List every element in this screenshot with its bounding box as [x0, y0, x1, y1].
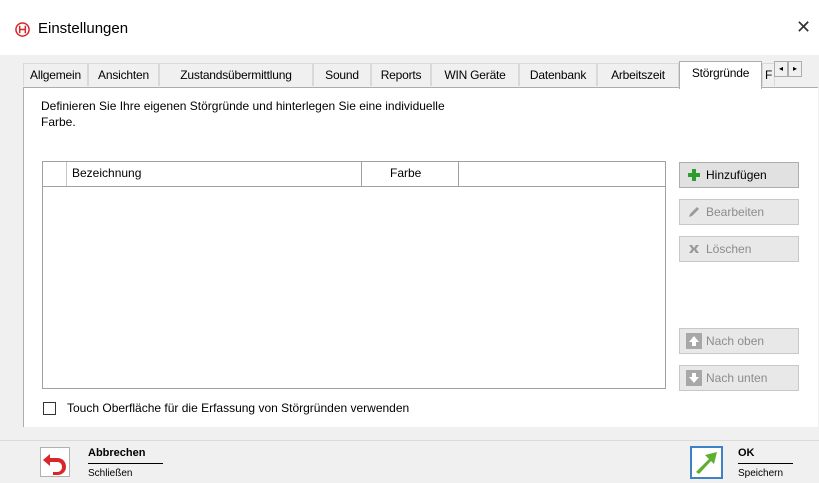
row-selector-header	[43, 162, 67, 186]
description-line-1: Definieren Sie Ihre eigenen Störgründe u…	[41, 99, 445, 113]
title-bar: Einstellungen ✕	[0, 0, 819, 55]
tab-strip: Allgemein Ansichten Zustandsübermittlung…	[23, 61, 803, 89]
column-header-farbe[interactable]: Farbe	[362, 162, 459, 186]
edit-button[interactable]: Bearbeiten	[679, 199, 799, 225]
arrow-up-icon	[686, 333, 702, 349]
cancel-divider	[88, 463, 163, 464]
ok-button[interactable]	[690, 446, 723, 479]
grid-header: Bezeichnung Farbe	[43, 162, 665, 187]
tab-win-geraete[interactable]: WIN Geräte	[431, 63, 519, 86]
tab-panel: Definieren Sie Ihre eigenen Störgründe u…	[23, 87, 818, 427]
cancel-button[interactable]	[40, 447, 70, 477]
cancel-subtitle: Schließen	[88, 468, 133, 479]
delete-icon	[689, 245, 699, 253]
plus-icon	[688, 169, 700, 181]
column-header-bezeichnung[interactable]: Bezeichnung	[67, 162, 362, 186]
move-down-button-label: Nach unten	[706, 371, 768, 385]
tab-arbeitszeit[interactable]: Arbeitszeit	[597, 63, 679, 86]
tab-sound[interactable]: Sound	[313, 63, 371, 86]
ok-arrow-icon	[696, 452, 717, 474]
move-down-button[interactable]: Nach unten	[679, 365, 799, 391]
tab-ansichten[interactable]: Ansichten	[88, 63, 159, 86]
add-button[interactable]: Hinzufügen	[679, 162, 799, 188]
ok-divider	[738, 463, 793, 464]
tab-zustandsuebermittlung[interactable]: Zustandsübermittlung	[159, 63, 313, 86]
tab-stoergruende[interactable]: Störgründe	[679, 61, 762, 89]
pencil-icon	[689, 207, 699, 217]
add-button-label: Hinzufügen	[706, 168, 767, 182]
tab-allgemein[interactable]: Allgemein	[23, 63, 88, 86]
tab-reports[interactable]: Reports	[371, 63, 431, 86]
ok-subtitle: Speichern	[738, 468, 784, 479]
delete-button-label: Löschen	[706, 242, 752, 256]
reasons-grid[interactable]: Bezeichnung Farbe	[42, 161, 666, 389]
cancel-title[interactable]: Abbrechen	[88, 447, 145, 459]
edit-button-label: Bearbeiten	[706, 205, 765, 219]
tab-scroll-left-icon[interactable]: ◂	[774, 61, 788, 77]
window-title: Einstellungen	[38, 20, 129, 37]
ok-title[interactable]: OK	[738, 447, 755, 459]
move-up-button-label: Nach oben	[706, 334, 765, 348]
tab-datenbank[interactable]: Datenbank	[519, 63, 597, 86]
close-icon[interactable]: ✕	[796, 17, 811, 38]
description-line-2: Farbe.	[41, 115, 76, 129]
move-up-button[interactable]: Nach oben	[679, 328, 799, 354]
touch-checkbox[interactable]	[43, 402, 56, 415]
tab-scroll-right-icon[interactable]: ▸	[788, 61, 802, 77]
touch-checkbox-label[interactable]: Touch Oberfläche für die Erfassung von S…	[67, 401, 409, 415]
arrow-down-icon	[686, 370, 702, 386]
undo-icon	[43, 454, 66, 475]
description: Definieren Sie Ihre eigenen Störgründe u…	[41, 98, 521, 130]
app-logo-icon	[15, 22, 30, 37]
delete-button[interactable]: Löschen	[679, 236, 799, 262]
